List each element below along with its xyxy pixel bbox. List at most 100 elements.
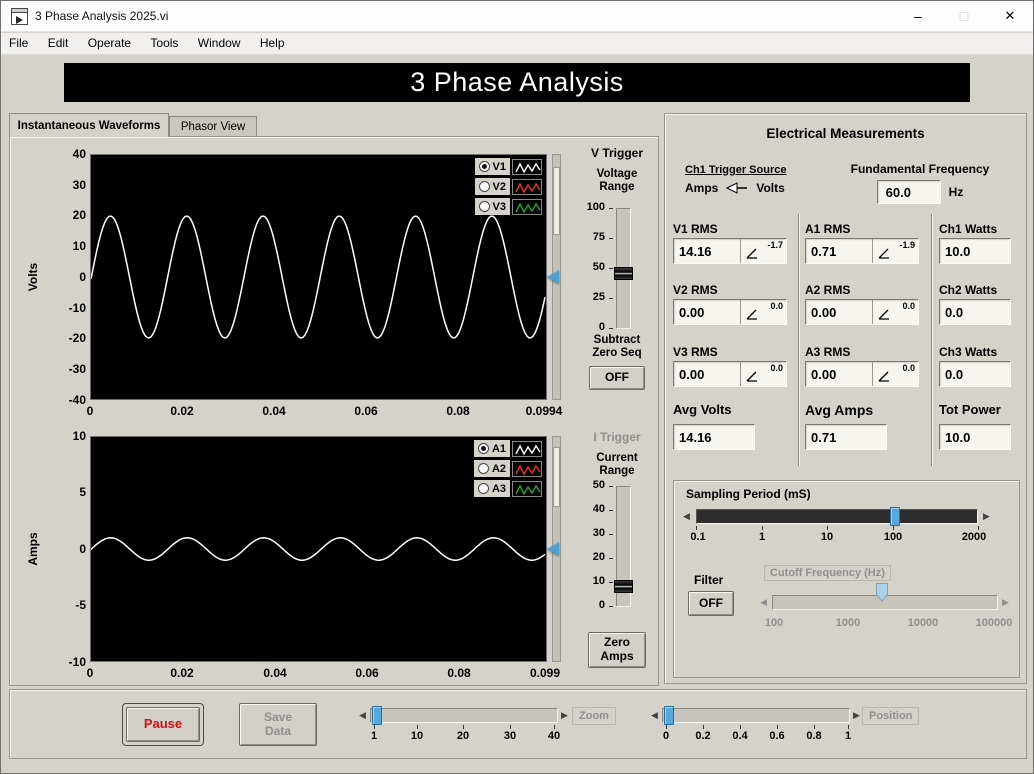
position-slider-handle[interactable] xyxy=(664,706,674,725)
close-button[interactable]: ✕ xyxy=(987,1,1033,31)
slider-increment-icon[interactable]: ▶ xyxy=(561,708,568,723)
tab-phasor-view[interactable]: Phasor View xyxy=(169,116,257,137)
legend-label-a3: A3 xyxy=(491,482,506,495)
legend-swatch-a1[interactable] xyxy=(512,440,542,457)
cutoff-slider-handle xyxy=(876,583,888,602)
menu-edit[interactable]: Edit xyxy=(40,33,77,54)
x-tick: 0.0994 xyxy=(525,404,563,418)
radio-v2[interactable] xyxy=(478,181,490,192)
position-slider[interactable] xyxy=(662,706,850,725)
slider-increment-icon[interactable]: ▶ xyxy=(983,509,990,524)
banner: 3 Phase Analysis xyxy=(64,63,970,102)
slider-scale-label: 0.2 xyxy=(695,730,711,742)
slider-scale-label: 30 xyxy=(592,527,605,539)
amps-scale-scrollbar-thumb[interactable] xyxy=(553,447,560,507)
legend-label-v1: V1 xyxy=(492,160,506,173)
legend-swatch-a3[interactable] xyxy=(512,480,542,497)
slider-scale-label: 0.1 xyxy=(690,531,706,543)
tab-instantaneous-waveforms[interactable]: Instantaneous Waveforms xyxy=(9,113,169,137)
slider-scale-label: 1 xyxy=(370,730,378,742)
slider-decrement-icon[interactable]: ◀ xyxy=(651,708,658,723)
v-trigger-level-arrow[interactable] xyxy=(547,270,559,284)
labview-icon xyxy=(11,8,28,25)
x-tick: 0.02 xyxy=(170,666,194,680)
legend-swatch-v2[interactable] xyxy=(512,178,542,195)
trigger-source-volts-label[interactable]: Volts xyxy=(756,181,784,195)
subtract-zero-seq-label: Subtract Zero Seq xyxy=(592,334,642,360)
sampling-period-slider[interactable] xyxy=(696,507,978,526)
x-tick: 0 xyxy=(86,404,94,418)
slider-scale-label: 0.4 xyxy=(732,730,748,742)
fundamental-frequency-input[interactable]: 60.0 xyxy=(876,180,941,204)
radio-v1[interactable] xyxy=(478,161,490,172)
y-tick: 5 xyxy=(79,485,86,499)
slider-scale-label: 1000 xyxy=(835,617,861,629)
i-trigger-level-arrow[interactable] xyxy=(547,542,559,556)
sampling-group: Sampling Period (mS) ◀ ▶ 0.1 1 10 100 20… xyxy=(673,480,1020,678)
legend-item-a1[interactable]: A1 xyxy=(473,440,542,457)
sampling-period-slider-handle[interactable] xyxy=(890,507,900,526)
slider-scale-label: 10000 xyxy=(907,617,939,629)
legend-swatch-v3[interactable] xyxy=(512,198,542,215)
trigger-source-pointer-icon[interactable] xyxy=(724,181,750,195)
slider-decrement-icon[interactable]: ◀ xyxy=(683,509,690,524)
legend-item-a3[interactable]: A3 xyxy=(473,480,542,497)
slider-scale-label: 2000 xyxy=(961,531,987,543)
radio-a2[interactable] xyxy=(477,463,489,474)
current-range-slider-handle[interactable] xyxy=(614,580,633,593)
legend-item-v1[interactable]: V1 xyxy=(474,158,542,175)
zero-amps-button[interactable]: Zero Amps xyxy=(588,632,646,668)
filter-button[interactable]: OFF xyxy=(688,591,734,616)
volts-readout-column: V1 RMS 14.16 -1.7 V2 RMS 0.00 0.0 V3 RMS… xyxy=(673,214,795,474)
v3-rms-label: V3 RMS xyxy=(673,345,718,359)
menu-window[interactable]: Window xyxy=(190,33,249,54)
ch1-watts-label: Ch1 Watts xyxy=(939,222,998,236)
zoom-slider-handle[interactable] xyxy=(372,706,382,725)
slider-increment-icon[interactable]: ▶ xyxy=(853,708,860,723)
i-trigger-panel: I Trigger Current Range 50 40 30 20 10 0… xyxy=(575,426,659,684)
slider-scale-label: 1 xyxy=(844,730,852,742)
ch3-watts-value: 0.0 xyxy=(945,366,964,382)
angle-icon xyxy=(878,248,889,259)
radio-a3[interactable] xyxy=(477,483,489,494)
window-title: 3 Phase Analysis 2025.vi xyxy=(35,9,169,23)
ch1-watts-value: 10.0 xyxy=(945,243,971,259)
a3-rms-label: A3 RMS xyxy=(805,345,851,359)
slider-scale-label: 100 xyxy=(764,617,784,629)
pause-button[interactable]: Pause xyxy=(126,707,200,742)
v-trigger-title: V Trigger xyxy=(590,146,643,160)
legend-swatch-v1[interactable] xyxy=(512,158,542,175)
x-tick: 0.099 xyxy=(529,666,561,680)
menu-tools[interactable]: Tools xyxy=(142,33,186,54)
x-tick: 0.04 xyxy=(263,666,287,680)
avg-volts-label: Avg Volts xyxy=(673,402,732,417)
hz-unit-label: Hz xyxy=(948,185,964,199)
legend-item-v3[interactable]: V3 xyxy=(474,198,542,215)
v2-angle-value: 0.0 xyxy=(770,301,783,311)
minimize-button[interactable]: – xyxy=(895,1,941,31)
volts-scale-scrollbar-thumb[interactable] xyxy=(553,167,560,235)
menu-help[interactable]: Help xyxy=(252,33,293,54)
y-tick: 0 xyxy=(79,542,86,556)
zoom-slider[interactable] xyxy=(370,706,558,725)
legend-item-a2[interactable]: A2 xyxy=(473,460,542,477)
radio-a1[interactable] xyxy=(477,443,489,454)
a1-rms-value: 0.71 xyxy=(811,243,837,259)
subtract-zero-seq-button[interactable]: OFF xyxy=(589,366,645,390)
slider-scale-label: 100 xyxy=(586,201,605,213)
menu-file[interactable]: File xyxy=(1,33,36,54)
slider-decrement-icon[interactable]: ◀ xyxy=(359,708,366,723)
trigger-source-amps-label[interactable]: Amps xyxy=(685,181,718,195)
filter-label: Filter xyxy=(694,573,724,587)
legend-swatch-a2[interactable] xyxy=(512,460,542,477)
menu-bar: File Edit Operate Tools Window Help xyxy=(1,33,1033,55)
menu-operate[interactable]: Operate xyxy=(80,33,139,54)
radio-v3[interactable] xyxy=(478,201,490,212)
amps-readout-column: A1 RMS 0.71 -1.9 A2 RMS 0.00 0.0 A3 RMS … xyxy=(805,214,927,474)
slider-increment-icon: ▶ xyxy=(1002,597,1009,607)
column-divider xyxy=(931,214,933,466)
angle-icon xyxy=(878,309,889,320)
voltage-range-slider-handle[interactable] xyxy=(614,267,633,280)
legend-item-v2[interactable]: V2 xyxy=(474,178,542,195)
electrical-measurements-panel: Electrical Measurements Ch1 Trigger Sour… xyxy=(664,113,1027,684)
